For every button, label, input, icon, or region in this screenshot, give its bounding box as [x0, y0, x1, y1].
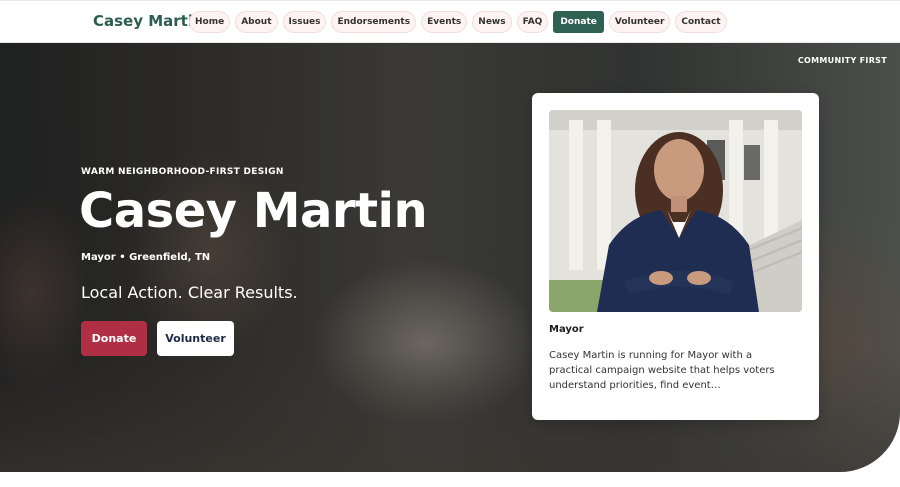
nav-link-issues[interactable]: Issues: [282, 11, 327, 33]
volunteer-button[interactable]: Volunteer: [157, 321, 234, 356]
nav-links: Home About Issues Endorsements Events Ne…: [189, 11, 727, 33]
hero-section: COMMUNITY FIRST WARM NEIGHBORHOOD-FIRST …: [0, 43, 900, 472]
community-first-tag: COMMUNITY FIRST: [797, 56, 887, 65]
nav-link-donate[interactable]: Donate: [553, 11, 604, 33]
nav-link-about[interactable]: About: [235, 11, 278, 33]
nav-link-contact[interactable]: Contact: [675, 11, 727, 33]
hero-office-location: Mayor • Greenfield, TN: [81, 252, 211, 263]
donate-button[interactable]: Donate: [81, 321, 147, 356]
nav-link-events[interactable]: Events: [421, 11, 468, 33]
nav-link-faq[interactable]: FAQ: [516, 11, 549, 33]
hero-eyebrow: WARM NEIGHBORHOOD-FIRST DESIGN: [81, 167, 284, 177]
candidate-portrait-image: [549, 110, 802, 312]
nav-link-news[interactable]: News: [472, 11, 512, 33]
nav-link-endorsements[interactable]: Endorsements: [331, 11, 417, 33]
hero-title: Casey Martin: [79, 183, 428, 239]
site-brand[interactable]: Casey Martin: [93, 12, 204, 30]
nav-link-volunteer[interactable]: Volunteer: [608, 11, 671, 33]
candidate-photo: [549, 110, 802, 312]
hero-tagline: Local Action. Clear Results.: [81, 283, 298, 302]
nav-link-home[interactable]: Home: [189, 11, 231, 33]
card-description: Casey Martin is running for Mayor with a…: [549, 350, 775, 391]
card-role-label: Mayor: [549, 324, 584, 335]
candidate-card: Mayor Casey Martin is running for Mayor …: [532, 93, 819, 420]
top-nav: Casey Martin Home About Issues Endorseme…: [0, 0, 900, 43]
